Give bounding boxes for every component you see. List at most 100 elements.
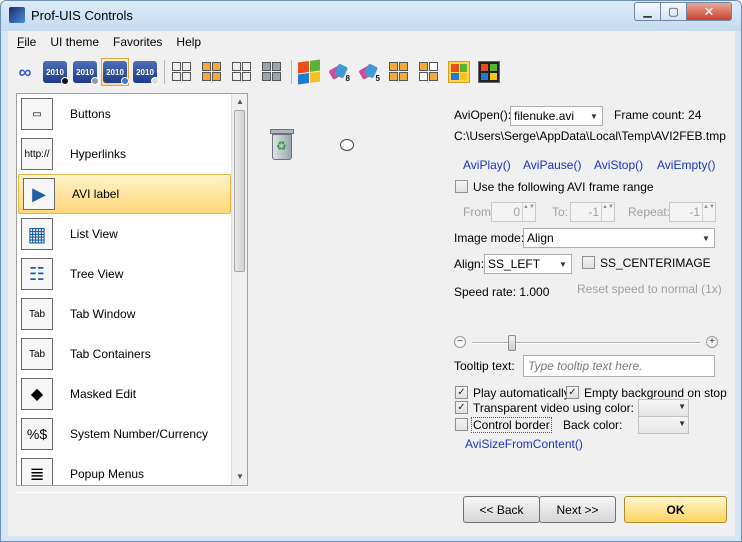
- menu-file[interactable]: File: [10, 31, 43, 53]
- image-mode-combo[interactable]: Align ▼: [523, 228, 715, 248]
- windows-xp-icon: [298, 59, 320, 85]
- avi-size-from-content-link[interactable]: AviSizeFromContent(): [465, 437, 583, 451]
- avi-play-link[interactable]: AviPlay(): [463, 158, 511, 172]
- sidebar-item-avi-label[interactable]: ▶ AVI label: [18, 174, 231, 214]
- menu-favorites[interactable]: Favorites: [106, 31, 169, 53]
- theme-2010-blue-button[interactable]: 2010: [101, 58, 129, 86]
- buttons-icon: ▭: [21, 98, 53, 130]
- theme-2010-label: 2010: [136, 67, 154, 77]
- sidebar-item-label: Masked Edit: [70, 387, 137, 401]
- office-2010-black-icon: 2010: [43, 61, 69, 85]
- theme-mixed-cube-button[interactable]: [415, 58, 443, 86]
- sidebar-item-buttons[interactable]: ▭ Buttons: [17, 94, 232, 134]
- theme-vs2005-button[interactable]: 5: [355, 58, 383, 86]
- theme-studio-button[interactable]: [258, 58, 286, 86]
- avi-properties-panel: AviOpen(): filenuke.avi ▼ Frame count: 2…: [453, 105, 727, 485]
- theme-classic-button[interactable]: [475, 58, 503, 86]
- minimize-button[interactable]: ▁: [634, 2, 661, 21]
- control-border-checkbox[interactable]: [455, 418, 468, 431]
- repeat-spinner[interactable]: -1 ▲▼: [669, 202, 716, 222]
- theme-vs2008-button[interactable]: 8: [325, 58, 353, 86]
- dropdown-arrow-icon: ▼: [678, 402, 686, 411]
- empty-background-checkbox[interactable]: ✓: [566, 386, 579, 399]
- theme-orange-cube-button[interactable]: [385, 58, 413, 86]
- sidebar-item-tab-containers[interactable]: Tab Tab Containers: [17, 334, 232, 374]
- speed-decrease-icon[interactable]: −: [454, 336, 466, 348]
- to-spinner[interactable]: -1 ▲▼: [570, 202, 615, 222]
- sidebar-item-hyperlinks[interactable]: http:// Hyperlinks: [17, 134, 232, 174]
- frame-range-checkbox[interactable]: [455, 180, 468, 193]
- play-automatically-checkbox[interactable]: ✓: [455, 386, 468, 399]
- spinner-arrows-icon[interactable]: ▲▼: [601, 203, 614, 221]
- sidebar-item-tree-view[interactable]: ☷ Tree View: [17, 254, 232, 294]
- menu-help[interactable]: Help: [169, 31, 208, 53]
- sidebar-item-label: List View: [70, 227, 118, 241]
- play-automatically-label: Play automatically: [473, 386, 570, 400]
- orange-cube-icon: [388, 61, 410, 83]
- windows-classic-icon: [478, 61, 500, 83]
- window-title: Prof-UIS Controls: [31, 8, 133, 23]
- sidebar-item-label: AVI label: [72, 187, 120, 201]
- recycle-bin-icon: ♻: [268, 129, 296, 161]
- speed-slider-thumb[interactable]: [508, 335, 516, 351]
- avi-animation-icon: [340, 139, 354, 151]
- mixed-cube-icon: [418, 61, 440, 83]
- theme-2010-black-button[interactable]: 2010: [41, 58, 69, 86]
- speed-increase-icon[interactable]: +: [706, 336, 718, 348]
- menu-bar: File UI theme Favorites Help: [8, 31, 735, 53]
- office-2010-white-icon: 2010: [133, 61, 159, 85]
- sidebar-item-tab-window[interactable]: Tab Tab Window: [17, 294, 232, 334]
- sidebar-scrollbar[interactable]: ▲ ▼: [231, 94, 247, 485]
- scroll-down-icon[interactable]: ▼: [235, 472, 245, 482]
- sidebar-item-masked-edit[interactable]: ◆ Masked Edit: [17, 374, 232, 414]
- speed-slider-track[interactable]: [472, 335, 700, 351]
- avi-pause-link[interactable]: AviPause(): [523, 158, 581, 172]
- theme-native-xp-button[interactable]: [445, 58, 473, 86]
- avi-label-icon: ▶: [23, 178, 55, 210]
- theme-xp-button[interactable]: [198, 58, 226, 86]
- theme-2010-white-button[interactable]: 2010: [131, 58, 159, 86]
- sidebar-item-list-view[interactable]: ▦ List View: [17, 214, 232, 254]
- sidebar-item-label: Tab Containers: [70, 347, 151, 361]
- ok-button[interactable]: OK: [624, 496, 727, 523]
- spinner-arrows-icon[interactable]: ▲▼: [702, 203, 715, 221]
- empty-background-label: Empty background on stop: [584, 386, 727, 400]
- maximize-button[interactable]: ▢: [660, 2, 687, 21]
- from-spinner[interactable]: 0 ▲▼: [491, 202, 536, 222]
- avi-preview-area: ♻: [256, 93, 446, 486]
- back-button[interactable]: << Back: [463, 496, 540, 523]
- bottom-separator: [16, 492, 727, 493]
- transparent-video-checkbox[interactable]: ✓: [455, 401, 468, 414]
- close-button[interactable]: ✕: [686, 2, 732, 21]
- toolbar-separator: [291, 60, 292, 84]
- theme-infinity-button[interactable]: ∞: [11, 58, 39, 86]
- tab-window-icon: Tab: [21, 298, 53, 330]
- sidebar-item-label: Tab Window: [70, 307, 136, 321]
- client-area: File UI theme Favorites Help ∞ 2010 2010…: [8, 31, 735, 536]
- title-bar[interactable]: Prof-UIS Controls ▁ ▢ ✕: [1, 1, 741, 31]
- sidebar-item-system-number-currency[interactable]: %$ System Number/Currency: [17, 414, 232, 454]
- avi-file-combo[interactable]: filenuke.avi ▼: [510, 106, 603, 126]
- sidebar-item-popup-menus[interactable]: ≣ Popup Menus: [17, 454, 232, 485]
- centerimage-label: SS_CENTERIMAGE: [600, 256, 711, 270]
- next-button[interactable]: Next >>: [539, 496, 616, 523]
- from-value: 0: [513, 205, 520, 219]
- tooltip-text-field[interactable]: [524, 356, 714, 376]
- centerimage-checkbox[interactable]: [582, 256, 595, 269]
- spinner-arrows-icon[interactable]: ▲▼: [522, 203, 535, 221]
- tooltip-text-input[interactable]: [523, 355, 715, 377]
- theme-windows-xp-button[interactable]: [295, 58, 323, 86]
- theme-2010-silver-button[interactable]: 2010: [71, 58, 99, 86]
- scroll-up-icon[interactable]: ▲: [235, 97, 245, 107]
- system-number-currency-icon: %$: [21, 418, 53, 450]
- scrollbar-thumb[interactable]: [234, 110, 245, 272]
- avi-stop-link[interactable]: AviStop(): [594, 158, 643, 172]
- back-color-picker[interactable]: ▼: [638, 416, 689, 434]
- theme-2003-button[interactable]: [168, 58, 196, 86]
- avi-empty-link[interactable]: AviEmpty(): [657, 158, 715, 172]
- speed-slider[interactable]: − +: [453, 335, 723, 356]
- align-combo[interactable]: SS_LEFT ▼: [484, 254, 572, 274]
- theme-2000-button[interactable]: [228, 58, 256, 86]
- transparent-color-picker[interactable]: ▼: [638, 399, 689, 417]
- menu-ui-theme[interactable]: UI theme: [43, 31, 106, 53]
